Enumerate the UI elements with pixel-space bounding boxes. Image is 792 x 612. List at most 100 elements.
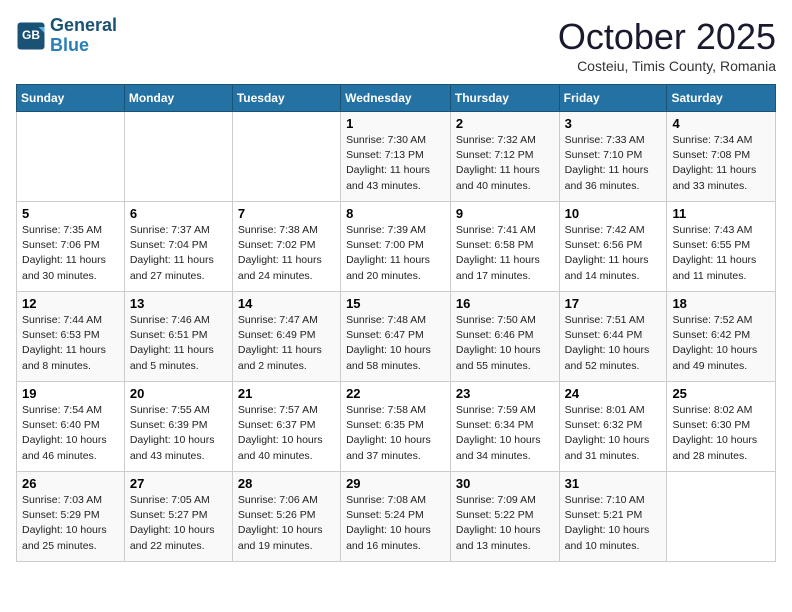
month-title: October 2025: [558, 16, 776, 58]
day-info: Sunrise: 7:42 AM Sunset: 6:56 PM Dayligh…: [565, 223, 662, 284]
day-number: 19: [22, 386, 119, 401]
day-info: Sunrise: 7:51 AM Sunset: 6:44 PM Dayligh…: [565, 313, 662, 374]
day-info: Sunrise: 7:30 AM Sunset: 7:13 PM Dayligh…: [346, 133, 445, 194]
calendar-cell: 11Sunrise: 7:43 AM Sunset: 6:55 PM Dayli…: [667, 202, 776, 292]
calendar-cell: 23 Sunrise: 7:59 AM Sunset: 6:34 PM Dayli…: [450, 382, 559, 472]
day-number: 25: [672, 386, 770, 401]
calendar-cell: 2 Sunrise: 7:32 AM Sunset: 7:12 PM Daylig…: [450, 112, 559, 202]
calendar-cell: 22 Sunrise: 7:58 AM Sunset: 6:35 PM Dayli…: [341, 382, 451, 472]
calendar-cell: [124, 112, 232, 202]
calendar-cell: 29 Sunrise: 7:08 AM Sunset: 5:24 PM Dayli…: [341, 472, 451, 562]
day-number: 4: [672, 116, 770, 131]
day-info: Sunrise: 7:38 AM Sunset: 7:02 PM Dayligh…: [238, 223, 335, 284]
calendar-cell: 6Sunrise: 7:37 AM Sunset: 7:04 PM Daylig…: [124, 202, 232, 292]
calendar-cell: 18Sunrise: 7:52 AM Sunset: 6:42 PM Dayli…: [667, 292, 776, 382]
week-row-2: 5 Sunrise: 7:35 AM Sunset: 7:06 PM Daylig…: [17, 202, 776, 292]
day-number: 14: [238, 296, 335, 311]
day-number: 13: [130, 296, 227, 311]
day-info: Sunrise: 8:01 AM Sunset: 6:32 PM Dayligh…: [565, 403, 662, 464]
day-info: Sunrise: 7:46 AM Sunset: 6:51 PM Dayligh…: [130, 313, 227, 374]
week-row-5: 26Sunrise: 7:03 AM Sunset: 5:29 PM Dayli…: [17, 472, 776, 562]
day-number: 3: [565, 116, 662, 131]
day-number: 7: [238, 206, 335, 221]
day-number: 27: [130, 476, 227, 491]
day-number: 2: [456, 116, 554, 131]
day-number: 9: [456, 206, 554, 221]
calendar-cell: 28Sunrise: 7:06 AM Sunset: 5:26 PM Dayli…: [232, 472, 340, 562]
day-number: 6: [130, 206, 227, 221]
day-info: Sunrise: 7:47 AM Sunset: 6:49 PM Dayligh…: [238, 313, 335, 374]
calendar-cell: 20 Sunrise: 7:55 AM Sunset: 6:39 PM Dayli…: [124, 382, 232, 472]
day-number: 22: [346, 386, 445, 401]
calendar-cell: 19 Sunrise: 7:54 AM Sunset: 6:40 PM Dayli…: [17, 382, 125, 472]
logo-line1: General: [50, 16, 117, 36]
weekday-header-saturday: Saturday: [667, 85, 776, 112]
calendar-cell: 26Sunrise: 7:03 AM Sunset: 5:29 PM Dayli…: [17, 472, 125, 562]
weekday-header-thursday: Thursday: [450, 85, 559, 112]
week-row-4: 19 Sunrise: 7:54 AM Sunset: 6:40 PM Dayli…: [17, 382, 776, 472]
page-header: GB General Blue October 2025 Costeiu, Ti…: [16, 16, 776, 74]
logo: GB General Blue: [16, 16, 117, 56]
calendar-cell: [17, 112, 125, 202]
day-info: Sunrise: 7:58 AM Sunset: 6:35 PM Dayligh…: [346, 403, 445, 464]
day-number: 5: [22, 206, 119, 221]
weekday-header-friday: Friday: [559, 85, 667, 112]
calendar-cell: 13 Sunrise: 7:46 AM Sunset: 6:51 PM Dayli…: [124, 292, 232, 382]
weekday-header-tuesday: Tuesday: [232, 85, 340, 112]
weekday-header-monday: Monday: [124, 85, 232, 112]
calendar-cell: 8Sunrise: 7:39 AM Sunset: 7:00 PM Daylig…: [341, 202, 451, 292]
day-number: 17: [565, 296, 662, 311]
day-info: Sunrise: 7:03 AM Sunset: 5:29 PM Dayligh…: [22, 493, 119, 554]
calendar-cell: 1 Sunrise: 7:30 AM Sunset: 7:13 PM Daylig…: [341, 112, 451, 202]
day-info: Sunrise: 7:33 AM Sunset: 7:10 PM Dayligh…: [565, 133, 662, 194]
calendar-cell: 24Sunrise: 8:01 AM Sunset: 6:32 PM Dayli…: [559, 382, 667, 472]
calendar-cell: 7 Sunrise: 7:38 AM Sunset: 7:02 PM Daylig…: [232, 202, 340, 292]
day-info: Sunrise: 7:10 AM Sunset: 5:21 PM Dayligh…: [565, 493, 662, 554]
day-info: Sunrise: 7:55 AM Sunset: 6:39 PM Dayligh…: [130, 403, 227, 464]
calendar-cell: 17 Sunrise: 7:51 AM Sunset: 6:44 PM Dayli…: [559, 292, 667, 382]
day-info: Sunrise: 7:44 AM Sunset: 6:53 PM Dayligh…: [22, 313, 119, 374]
weekday-header-sunday: Sunday: [17, 85, 125, 112]
calendar-cell: 9 Sunrise: 7:41 AM Sunset: 6:58 PM Daylig…: [450, 202, 559, 292]
day-info: Sunrise: 7:32 AM Sunset: 7:12 PM Dayligh…: [456, 133, 554, 194]
day-number: 16: [456, 296, 554, 311]
day-info: Sunrise: 7:08 AM Sunset: 5:24 PM Dayligh…: [346, 493, 445, 554]
day-number: 10: [565, 206, 662, 221]
day-info: Sunrise: 7:09 AM Sunset: 5:22 PM Dayligh…: [456, 493, 554, 554]
day-info: Sunrise: 7:34 AM Sunset: 7:08 PM Dayligh…: [672, 133, 770, 194]
calendar-cell: 4 Sunrise: 7:34 AM Sunset: 7:08 PM Daylig…: [667, 112, 776, 202]
logo-icon: GB: [16, 21, 46, 51]
day-number: 1: [346, 116, 445, 131]
day-info: Sunrise: 7:52 AM Sunset: 6:42 PM Dayligh…: [672, 313, 770, 374]
day-info: Sunrise: 7:57 AM Sunset: 6:37 PM Dayligh…: [238, 403, 335, 464]
logo-text: General Blue: [50, 16, 117, 56]
calendar-cell: 27Sunrise: 7:05 AM Sunset: 5:27 PM Dayli…: [124, 472, 232, 562]
day-number: 21: [238, 386, 335, 401]
week-row-3: 12 Sunrise: 7:44 AM Sunset: 6:53 PM Dayli…: [17, 292, 776, 382]
day-info: Sunrise: 7:35 AM Sunset: 7:06 PM Dayligh…: [22, 223, 119, 284]
day-info: Sunrise: 7:59 AM Sunset: 6:34 PM Dayligh…: [456, 403, 554, 464]
day-info: Sunrise: 7:50 AM Sunset: 6:46 PM Dayligh…: [456, 313, 554, 374]
day-info: Sunrise: 7:43 AM Sunset: 6:55 PM Dayligh…: [672, 223, 770, 284]
calendar-cell: 10 Sunrise: 7:42 AM Sunset: 6:56 PM Dayli…: [559, 202, 667, 292]
day-number: 23: [456, 386, 554, 401]
location-subtitle: Costeiu, Timis County, Romania: [558, 58, 776, 74]
calendar-table: SundayMondayTuesdayWednesdayThursdayFrid…: [16, 84, 776, 562]
week-row-1: 1 Sunrise: 7:30 AM Sunset: 7:13 PM Daylig…: [17, 112, 776, 202]
day-number: 20: [130, 386, 227, 401]
day-number: 30: [456, 476, 554, 491]
day-info: Sunrise: 7:06 AM Sunset: 5:26 PM Dayligh…: [238, 493, 335, 554]
calendar-cell: 30 Sunrise: 7:09 AM Sunset: 5:22 PM Dayli…: [450, 472, 559, 562]
day-info: Sunrise: 7:54 AM Sunset: 6:40 PM Dayligh…: [22, 403, 119, 464]
day-number: 29: [346, 476, 445, 491]
svg-text:GB: GB: [22, 28, 40, 42]
calendar-cell: 31 Sunrise: 7:10 AM Sunset: 5:21 PM Dayli…: [559, 472, 667, 562]
calendar-cell: 15Sunrise: 7:48 AM Sunset: 6:47 PM Dayli…: [341, 292, 451, 382]
day-number: 12: [22, 296, 119, 311]
day-number: 31: [565, 476, 662, 491]
weekday-header-wednesday: Wednesday: [341, 85, 451, 112]
day-number: 15: [346, 296, 445, 311]
day-info: Sunrise: 7:41 AM Sunset: 6:58 PM Dayligh…: [456, 223, 554, 284]
calendar-cell: 25Sunrise: 8:02 AM Sunset: 6:30 PM Dayli…: [667, 382, 776, 472]
weekday-header-row: SundayMondayTuesdayWednesdayThursdayFrid…: [17, 85, 776, 112]
